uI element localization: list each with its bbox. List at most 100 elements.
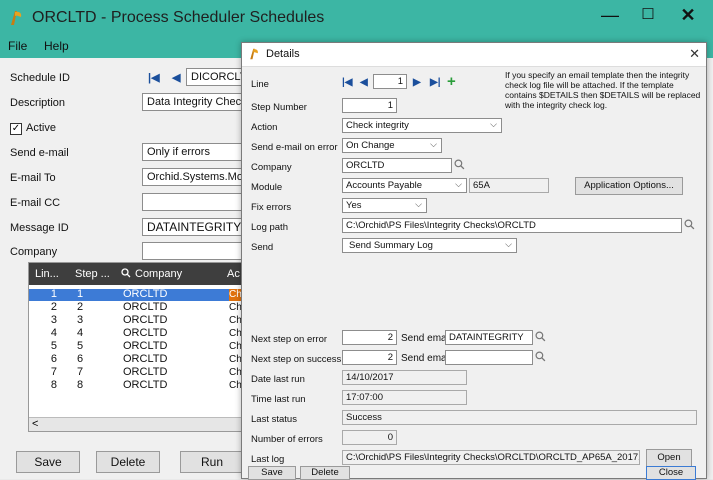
previous-record-icon[interactable]: ◀ xyxy=(360,77,368,88)
next-step-on-error-email-input[interactable]: DATAINTEGRITY xyxy=(445,330,533,345)
table-row[interactable]: 3 3 ORCLTD Ch xyxy=(29,314,247,327)
minimize-button[interactable]: — xyxy=(590,0,630,32)
close-button[interactable]: ✕ xyxy=(668,0,708,32)
action-value: Check integrity xyxy=(346,120,409,131)
last-status-field: Success xyxy=(342,410,697,425)
cell-line: 7 xyxy=(50,366,57,378)
table-row[interactable]: 7 7 ORCLTD Ch xyxy=(29,366,247,379)
cell-step: 5 xyxy=(77,340,84,352)
previous-record-icon[interactable]: ◀ xyxy=(172,71,180,84)
last-log-label: Last log xyxy=(251,454,285,465)
chevron-down-icon: ⌵ xyxy=(490,119,497,129)
message-id-input[interactable]: DATAINTEGRITY xyxy=(142,218,246,236)
action-select[interactable]: Check integrity ⌵ xyxy=(342,118,502,133)
save-button[interactable]: Save xyxy=(16,451,80,473)
schedule-id-label: Schedule ID xyxy=(10,72,70,84)
log-path-input[interactable]: C:\Orchid\PS Files\Integrity Checks\ORCL… xyxy=(342,218,682,233)
module-label: Module xyxy=(251,182,283,193)
cell-step: 4 xyxy=(77,327,84,339)
next-step-on-error-input[interactable]: 2 xyxy=(342,330,397,345)
delete-button[interactable]: Delete xyxy=(96,451,160,473)
email-cc-input[interactable] xyxy=(142,193,246,211)
cell-company: ORCLTD xyxy=(123,288,168,300)
active-checkbox[interactable]: ✓ xyxy=(10,123,22,135)
email-to-input[interactable]: Orchid.Systems.Mode xyxy=(142,168,246,186)
send-email-select[interactable]: Only if errors xyxy=(142,143,246,161)
active-label: Active xyxy=(26,122,56,134)
menu-file[interactable]: File xyxy=(8,39,27,53)
send-email-label: Send e-mail xyxy=(10,147,69,159)
send-email-inline-label-1: Send email xyxy=(401,333,452,344)
cell-line: 3 xyxy=(50,314,57,326)
email-template-note: If you specify an email template then th… xyxy=(505,70,701,110)
table-row[interactable]: 2 2 ORCLTD Ch xyxy=(29,301,247,314)
first-record-icon[interactable]: |◀ xyxy=(342,77,353,88)
cell-step: 3 xyxy=(77,314,84,326)
cell-line: 8 xyxy=(50,379,57,391)
module-value: Accounts Payable xyxy=(346,180,423,191)
table-row[interactable]: 5 5 ORCLTD Ch xyxy=(29,340,247,353)
line-input[interactable]: 1 xyxy=(373,74,407,89)
chevron-down-icon: ⌵ xyxy=(415,199,422,209)
cell-line: 6 xyxy=(50,353,57,365)
open-log-button[interactable]: Open xyxy=(646,449,692,467)
company-input[interactable]: ORCLTD xyxy=(342,158,452,173)
maximize-button[interactable]: ☐ xyxy=(628,0,668,32)
send-email-inline-label-2: Send email xyxy=(401,353,452,364)
details-delete-button[interactable]: Delete xyxy=(300,466,350,480)
table-row[interactable]: 1 1 ORCLTD Ch xyxy=(29,288,247,301)
cell-company: ORCLTD xyxy=(123,301,168,313)
module-select[interactable]: Accounts Payable ⌵ xyxy=(342,178,467,193)
number-of-errors-field: 0 xyxy=(342,430,397,445)
next-step-on-success-email-input[interactable] xyxy=(445,350,533,365)
table-row[interactable]: 4 4 ORCLTD Ch xyxy=(29,327,247,340)
col-step-header[interactable]: Step ... xyxy=(75,268,110,280)
next-step-on-error-label: Next step on error xyxy=(251,334,328,345)
menu-help[interactable]: Help xyxy=(44,39,69,53)
details-dialog: Details ✕ Line |◀ ◀ 1 ▶ ▶| + If you spec… xyxy=(241,42,707,480)
email-lookup-icon[interactable] xyxy=(535,351,547,363)
run-button[interactable]: Run xyxy=(180,451,244,473)
step-number-input[interactable]: 1 xyxy=(342,98,397,113)
send-email-on-error-value: On Change xyxy=(346,140,395,151)
action-label: Action xyxy=(251,122,278,133)
scroll-left-icon[interactable]: < xyxy=(32,418,38,430)
company-input[interactable] xyxy=(142,242,246,260)
company-label: Company xyxy=(251,162,292,173)
details-save-button[interactable]: Save xyxy=(248,466,296,480)
col-action-header[interactable]: Ac xyxy=(227,268,240,280)
app-icon xyxy=(250,48,258,60)
add-line-icon[interactable]: + xyxy=(447,73,456,90)
details-close-icon[interactable]: ✕ xyxy=(689,46,700,62)
company-lookup-icon[interactable] xyxy=(454,159,466,171)
send-select[interactable]: Send Summary Log ⌵ xyxy=(342,238,517,253)
schedule-lines-grid[interactable]: Lin... Step ... Company Ac 1 1 ORCLTD Ch 2 2 O… xyxy=(28,262,248,432)
cell-company: ORCLTD xyxy=(123,353,168,365)
next-record-icon[interactable]: ▶ xyxy=(413,77,421,88)
table-row[interactable]: 8 8 ORCLTD Ch xyxy=(29,379,247,392)
col-company-header[interactable]: Company xyxy=(135,268,182,280)
description-input[interactable]: Data Integrity Check xyxy=(142,93,246,111)
window-title: ORCLTD - Process Scheduler Schedules xyxy=(32,9,325,26)
cell-line: 1 xyxy=(50,288,57,300)
log-path-label: Log path xyxy=(251,222,288,233)
next-step-on-success-input[interactable]: 2 xyxy=(342,350,397,365)
email-lookup-icon[interactable] xyxy=(535,331,547,343)
send-label: Send xyxy=(251,242,274,253)
grid-horizontal-scrollbar[interactable]: < xyxy=(29,417,247,431)
application-options-button[interactable]: Application Options... xyxy=(575,177,683,195)
table-row[interactable]: 6 6 ORCLTD Ch xyxy=(29,353,247,366)
email-cc-label: E-mail CC xyxy=(10,197,61,209)
step-number-label: Step Number xyxy=(251,102,307,113)
send-email-on-error-select[interactable]: On Change ⌵ xyxy=(342,138,442,153)
last-record-icon[interactable]: ▶| xyxy=(430,77,441,88)
cell-step: 2 xyxy=(77,301,84,313)
cell-company: ORCLTD xyxy=(123,314,168,326)
fix-errors-select[interactable]: Yes ⌵ xyxy=(342,198,427,213)
first-record-icon[interactable]: |◀ xyxy=(148,71,160,84)
details-close-button[interactable]: Close xyxy=(646,466,696,480)
schedule-id-input[interactable]: DICORCLT xyxy=(186,68,246,86)
col-line-header[interactable]: Lin... xyxy=(35,268,59,280)
log-path-browse-icon[interactable] xyxy=(684,219,696,231)
send-value: Send Summary Log xyxy=(349,240,433,251)
